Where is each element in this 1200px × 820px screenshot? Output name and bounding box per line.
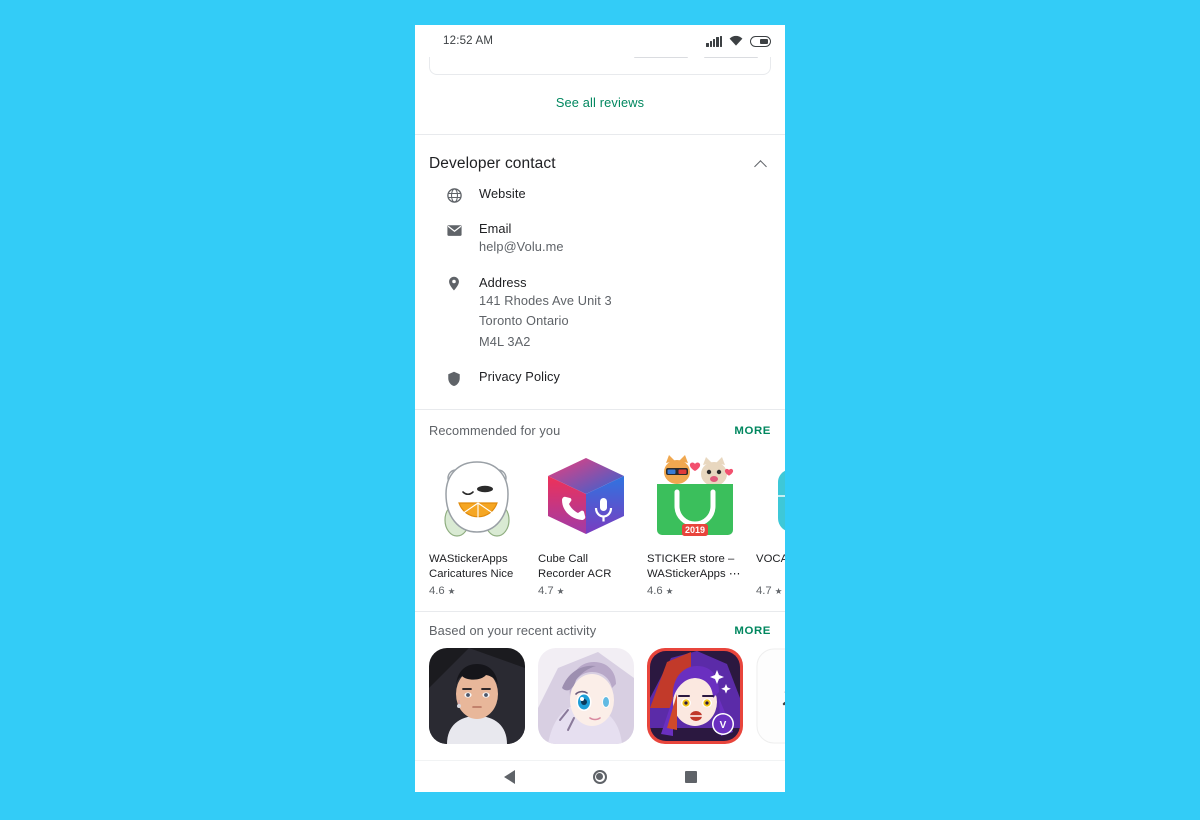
- review-card-partial: [429, 57, 771, 75]
- svg-text:V: V: [720, 720, 727, 731]
- contact-row-address[interactable]: Address 141 Rhodes Ave Unit 3 Toronto On…: [415, 266, 785, 361]
- contact-label-address: Address: [479, 274, 527, 290]
- app-rating-value: 4.6: [429, 585, 445, 597]
- app-name: VOCA Sticke: [756, 553, 785, 565]
- recent-activity-more-button[interactable]: MORE: [734, 625, 771, 637]
- star-icon: ★: [447, 585, 456, 596]
- contact-label-website: Website: [479, 186, 526, 201]
- app-rating: 4.6 ★: [647, 585, 743, 597]
- sticker-store-bag-icon[interactable]: 2019: [647, 448, 743, 544]
- contact-value-address-line1: 141 Rhodes Ave Unit 3: [479, 292, 612, 308]
- status-icons: [706, 35, 771, 47]
- app-card[interactable]: Cube Call Recorder ACR 4.7 ★: [538, 448, 634, 597]
- app-card[interactable]: VOCA Sticke 4.7 ★: [756, 448, 785, 597]
- see-all-reviews-button[interactable]: See all reviews: [415, 75, 785, 134]
- voca-sticker-icon[interactable]: [756, 448, 785, 544]
- contact-row-website[interactable]: Website: [415, 177, 785, 212]
- contact-row-privacy-policy[interactable]: Privacy Policy: [415, 360, 785, 395]
- anime-purple-hair-icon[interactable]: V: [647, 648, 743, 744]
- contact-value-address-line3: M4L 3A2: [479, 333, 531, 349]
- star-icon: ★: [774, 585, 783, 596]
- app-rating: 4.7 ★: [538, 585, 634, 597]
- contact-value-address-line2: Toronto Ontario: [479, 313, 569, 328]
- recommended-header: Recommended for you MORE: [415, 423, 785, 448]
- recent-activity-app-row[interactable]: V: [415, 648, 785, 744]
- app-name: Cube Call Recorder ACR: [538, 553, 612, 580]
- anime-girl-blue-eye-icon[interactable]: [538, 648, 634, 744]
- recommended-more-button[interactable]: MORE: [734, 425, 771, 437]
- contact-label-privacy-policy: Privacy Policy: [479, 369, 561, 384]
- pin-icon: [445, 275, 463, 293]
- home-button[interactable]: [592, 769, 607, 784]
- status-bar: 12:52 AM: [415, 25, 785, 57]
- recommended-title: Recommended for you: [429, 423, 561, 438]
- white-bear-sticker-icon[interactable]: [429, 448, 525, 544]
- phone-screen: 12:52 AM See all reviews Developer conta…: [415, 25, 785, 792]
- anime-boy-dark-icon[interactable]: [429, 648, 525, 744]
- recent-activity-shelf: Based on your recent activity MORE V: [415, 612, 785, 744]
- chevron-up-icon[interactable]: [753, 156, 769, 172]
- svg-text:2019: 2019: [685, 525, 705, 535]
- recommended-shelf: Recommended for you MORE WAStickerApps C…: [415, 410, 785, 597]
- app-detail-scroll[interactable]: See all reviews Developer contact Websit…: [415, 57, 785, 760]
- globe-icon: [445, 186, 463, 204]
- shield-icon: [445, 369, 463, 387]
- developer-contact-section: Developer contact Website Email help@Vol…: [415, 135, 785, 409]
- review-action-b: [704, 57, 758, 58]
- wifi-icon: [729, 35, 743, 46]
- status-time: 12:52 AM: [443, 35, 494, 47]
- app-rating: 4.7 ★: [756, 585, 785, 597]
- developer-contact-header[interactable]: Developer contact: [415, 135, 785, 177]
- see-all-reviews-label: See all reviews: [555, 95, 645, 110]
- signal-icon: [706, 35, 722, 47]
- battery-icon: [750, 35, 771, 47]
- app-rating: 4.6 ★: [429, 585, 525, 597]
- app-name: STICKER store – WAStickerApps ⋯: [647, 553, 741, 580]
- app-rating-value: 4.6: [647, 585, 663, 597]
- recommended-app-row[interactable]: WAStickerApps Caricatures Nice 4.6 ★ Cub…: [415, 448, 785, 597]
- recent-activity-title: Based on your recent activity: [429, 623, 597, 638]
- developer-contact-title: Developer contact: [429, 155, 556, 172]
- contact-value-email: help@Volu.me: [479, 239, 564, 254]
- star-icon: ★: [556, 585, 565, 596]
- email-icon: [445, 221, 463, 239]
- review-action-a: [634, 57, 688, 58]
- recents-button[interactable]: [684, 770, 697, 783]
- app-rating-value: 4.7: [538, 585, 554, 597]
- contact-label-email: Email: [479, 221, 512, 236]
- back-button[interactable]: [503, 769, 515, 784]
- star-icon: ★: [665, 585, 674, 596]
- app-rating-value: 4.7: [756, 585, 772, 597]
- recent-activity-header: Based on your recent activity MORE: [415, 623, 785, 648]
- app-card[interactable]: 2019 STICKER store – WAStickerApps ⋯ 4.6…: [647, 448, 743, 597]
- app-card[interactable]: WAStickerApps Caricatures Nice 4.6 ★: [429, 448, 525, 597]
- app-name: WAStickerApps Caricatures Nice: [429, 553, 514, 580]
- cube-call-recorder-icon[interactable]: [538, 448, 634, 544]
- contact-row-email[interactable]: Email help@Volu.me: [415, 212, 785, 266]
- android-nav-bar: [415, 760, 785, 792]
- anime-partial-icon[interactable]: [756, 648, 785, 744]
